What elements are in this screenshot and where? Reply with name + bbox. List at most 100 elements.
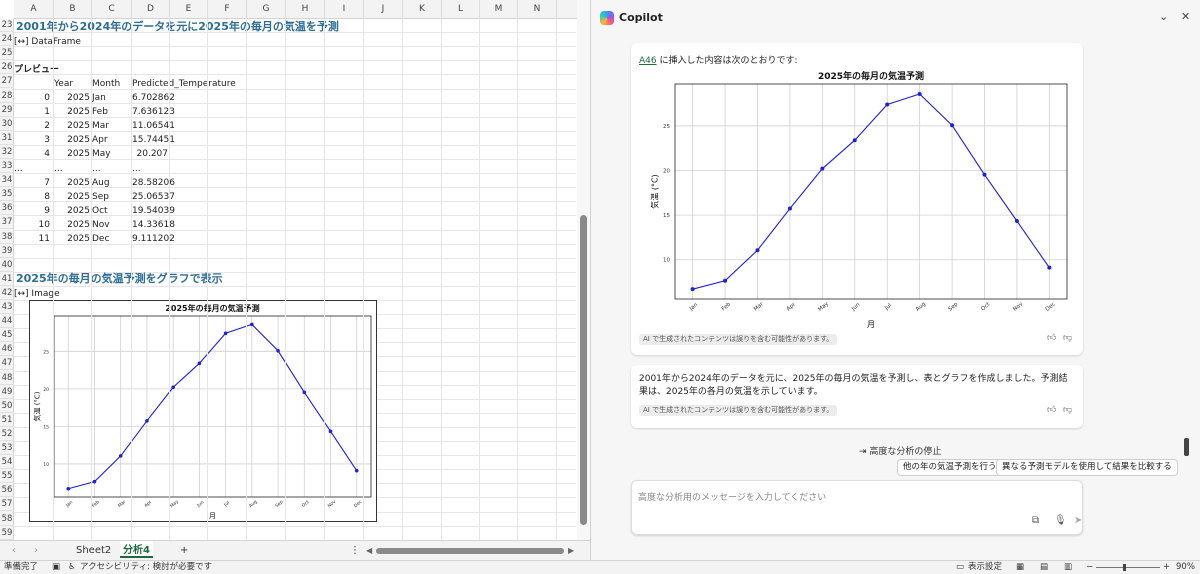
column-header[interactable]: A (14, 0, 54, 19)
row-header[interactable]: 31 (0, 132, 14, 145)
row-header[interactable]: 35 (0, 188, 14, 202)
thumbs-up-icon-2[interactable]: 👍︎ (1047, 405, 1056, 415)
vertical-scroll-thumb[interactable] (580, 215, 587, 525)
row-header[interactable]: 51 (0, 414, 14, 427)
thumbs-down-icon-2[interactable]: 👎︎ (1063, 405, 1072, 415)
row-header[interactable]: 50 (0, 400, 14, 413)
table-month-cell[interactable]: May (92, 148, 111, 161)
tab-options-icon[interactable]: ⋮ (350, 541, 360, 560)
column-header[interactable]: L (442, 0, 480, 19)
column-header[interactable]: F (208, 0, 247, 19)
table-index-cell[interactable]: 11 (14, 233, 50, 246)
row-header[interactable]: 58 (0, 513, 14, 526)
cell-grid[interactable]: 2001年から2024年のデータを元に2025年の毎月の気温を予測 [↔] Da… (14, 19, 576, 540)
row-header[interactable]: 44 (0, 315, 14, 329)
table-year-cell[interactable]: 2025 (54, 191, 90, 204)
row-header[interactable]: 45 (0, 329, 14, 343)
accessibility-icon[interactable]: ♿︎ (68, 561, 76, 574)
row-header[interactable]: 33 (0, 160, 14, 173)
tab-analysis4[interactable]: 分析4 (120, 541, 153, 558)
table-year-cell[interactable]: ... (54, 163, 63, 176)
table-temp-cell[interactable]: 25.06537 (132, 191, 175, 204)
table-month-cell[interactable]: Oct (92, 205, 108, 218)
table-year-cell[interactable]: 2025 (54, 177, 90, 190)
tab-next-icon[interactable]: › (34, 541, 38, 560)
table-temp-cell[interactable]: ... (132, 163, 141, 176)
message-input-box[interactable]: 高度な分析用のメッセージを入力してください ⧉ 🎙︎ ➤ (631, 480, 1083, 535)
cell-link-a46[interactable]: A46 (639, 56, 657, 66)
table-temp-cell[interactable]: 19.54039 (132, 205, 175, 218)
row-header[interactable]: 42 (0, 287, 14, 300)
table-index-cell[interactable]: 1 (14, 106, 50, 119)
table-temp-cell[interactable]: 6.702862 (132, 92, 175, 105)
table-month-cell[interactable]: Feb (92, 106, 108, 119)
row-header[interactable]: 27 (0, 75, 14, 89)
row-header[interactable]: 48 (0, 372, 14, 385)
hscroll-left-icon[interactable]: ◀ (366, 541, 372, 560)
table-month-cell[interactable]: Jan (92, 92, 106, 105)
zoom-level[interactable]: 90% (1176, 561, 1195, 574)
column-header[interactable]: G (247, 0, 286, 19)
dataframe-label[interactable]: [↔] DataFrame (14, 36, 81, 49)
normal-view-icon[interactable]: ▦ (1016, 561, 1024, 574)
page-layout-icon[interactable]: ▤ (1040, 561, 1048, 574)
column-header[interactable]: B (54, 0, 92, 19)
table-year-cell[interactable]: 2025 (54, 205, 90, 218)
row-header[interactable]: 28 (0, 90, 14, 103)
table-index-cell[interactable]: 9 (14, 205, 50, 218)
row-header[interactable]: 43 (0, 301, 14, 314)
table-index-cell[interactable]: 0 (14, 92, 50, 105)
table-month-cell[interactable]: Dec (92, 233, 109, 246)
column-header[interactable]: N (518, 0, 557, 19)
row-header[interactable]: 53 (0, 442, 14, 455)
tab-prev-icon[interactable]: ‹ (12, 541, 16, 560)
tab-sheet2[interactable]: Sheet2 (76, 541, 111, 560)
table-temp-cell[interactable]: 9.111202 (132, 233, 175, 246)
zoom-in-icon[interactable]: + (1163, 561, 1170, 574)
row-header[interactable]: 26 (0, 61, 14, 75)
table-index-cell[interactable]: 2 (14, 120, 50, 133)
table-index-cell[interactable]: 4 (14, 148, 50, 161)
row-header[interactable]: 40 (0, 259, 14, 272)
row-header[interactable]: 25 (0, 47, 14, 61)
table-temp-cell[interactable]: 28.58206 (132, 177, 175, 190)
column-header[interactable]: E (170, 0, 208, 19)
column-header[interactable]: I (325, 0, 364, 19)
row-header[interactable]: 32 (0, 146, 14, 159)
row-header[interactable]: 29 (0, 104, 14, 117)
table-year-cell[interactable]: 2025 (54, 233, 90, 246)
zoom-out-icon[interactable]: − (1086, 561, 1093, 574)
column-header[interactable]: H (286, 0, 325, 19)
table-year-cell[interactable]: 2025 (54, 120, 90, 133)
table-temp-cell[interactable]: 11.06541 (132, 120, 175, 133)
table-year-cell[interactable]: 2025 (54, 134, 90, 147)
table-month-cell[interactable]: ... (92, 163, 101, 176)
table-index-cell[interactable]: 3 (14, 134, 50, 147)
copilot-scroll-thumb[interactable] (1184, 438, 1189, 456)
row-header[interactable]: 52 (0, 428, 14, 441)
row-header[interactable]: 36 (0, 202, 14, 216)
row-header[interactable]: 38 (0, 231, 14, 244)
vertical-scrollbar[interactable] (577, 0, 590, 540)
column-header[interactable]: K (403, 0, 442, 19)
table-month-cell[interactable]: Mar (92, 120, 109, 133)
table-index-cell[interactable]: ... (14, 163, 23, 176)
microphone-icon[interactable]: 🎙︎ (1054, 515, 1067, 526)
close-icon[interactable]: ✕ (1181, 10, 1190, 23)
row-header[interactable]: 55 (0, 470, 14, 484)
table-year-cell[interactable]: 2025 (54, 219, 90, 232)
table-month-cell[interactable]: Nov (92, 219, 110, 232)
table-index-cell[interactable]: 8 (14, 191, 50, 204)
row-header[interactable]: 41 (0, 273, 14, 286)
row-header[interactable]: 54 (0, 456, 14, 470)
row-header[interactable]: 46 (0, 343, 14, 357)
horizontal-scroll-thumb[interactable] (376, 548, 564, 554)
table-index-cell[interactable]: 10 (14, 219, 50, 232)
macro-record-icon[interactable]: ▣ (52, 561, 60, 574)
view-settings-icon[interactable]: ▭ (956, 561, 964, 574)
table-index-cell[interactable]: 7 (14, 177, 50, 190)
table-month-cell[interactable]: Aug (92, 177, 110, 190)
table-month-cell[interactable]: Apr (92, 134, 108, 147)
add-sheet-button[interactable]: + (180, 541, 188, 560)
row-header[interactable]: 23 (0, 19, 14, 32)
